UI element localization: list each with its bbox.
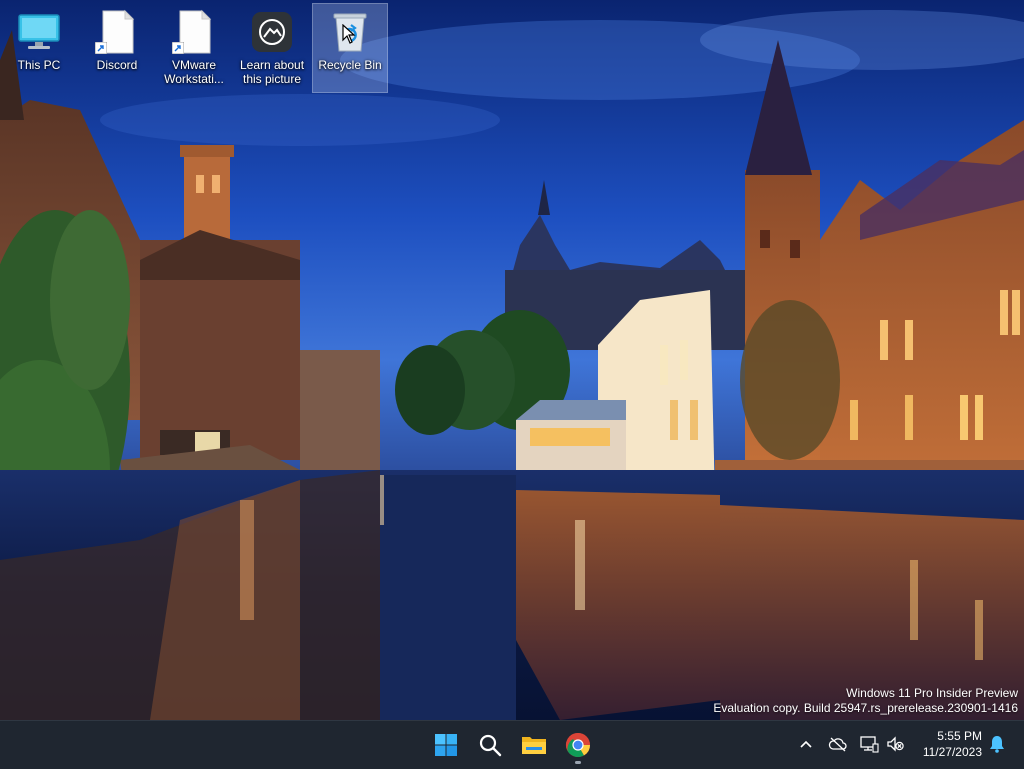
desktop-icon-learn-about-picture[interactable]: Learn about this picture [235,4,309,92]
this-pc-icon [15,8,63,56]
desktop-icon-label: Recycle Bin [318,58,382,72]
search-button[interactable] [470,725,510,765]
folder-icon [522,737,546,754]
watermark-build: Evaluation copy. Build 25947.rs_prerelea… [713,701,1018,715]
evaluation-watermark: Windows 11 Pro Insider Preview Evaluatio… [713,686,1018,716]
camera-icon [248,8,296,56]
clock-date: 11/27/2023 [922,745,982,759]
show-hidden-icons-button[interactable] [795,733,817,755]
volume-muted-icon [887,736,904,752]
desktop-icon-area: This PC Discord VMware Workstati... Lear… [0,0,400,100]
search-icon [479,734,502,757]
volume-tray-button[interactable] [884,733,906,755]
desktop-icon-vmware[interactable]: VMware Workstati... [157,4,231,92]
taskbar-clock[interactable]: 5:55 PM 11/27/2023 [912,728,982,760]
desktop-icon-label: Discord [96,58,138,72]
desktop-wallpaper [0,0,1024,720]
windows-start-icon [435,734,457,756]
file-shortcut-icon [170,8,218,56]
desktop-icon-label: Learn about this picture [239,58,305,86]
clock-time: 5:55 PM [937,729,982,743]
onedrive-tray-button[interactable] [827,733,849,755]
file-explorer-button[interactable] [514,725,554,765]
desktop-icon-recycle-bin[interactable]: Recycle Bin [312,3,388,93]
network-tray-button[interactable] [858,733,880,755]
desktop-icon-this-pc[interactable]: This PC [2,4,76,92]
mouse-cursor-icon [342,24,356,44]
desktop-icon-discord[interactable]: Discord [80,4,154,92]
watermark-edition: Windows 11 Pro Insider Preview [846,686,1018,700]
chrome-icon [565,733,590,758]
cloud-offline-icon [828,737,847,752]
shortcut-arrow-icon [95,42,107,54]
file-shortcut-icon [93,8,141,56]
notifications-icon [990,736,1004,753]
start-button[interactable] [426,725,466,765]
desktop-icon-label: This PC [17,58,61,72]
taskbar: 5:55 PM 11/27/2023 [0,720,1024,769]
running-indicator [575,761,581,764]
chevron-up-icon [800,740,812,748]
network-icon [860,736,879,753]
chrome-taskbar-button[interactable] [558,725,598,765]
shortcut-arrow-icon [172,42,184,54]
desktop-icon-label: VMware Workstati... [164,58,224,86]
notification-center-button[interactable] [986,733,1008,755]
